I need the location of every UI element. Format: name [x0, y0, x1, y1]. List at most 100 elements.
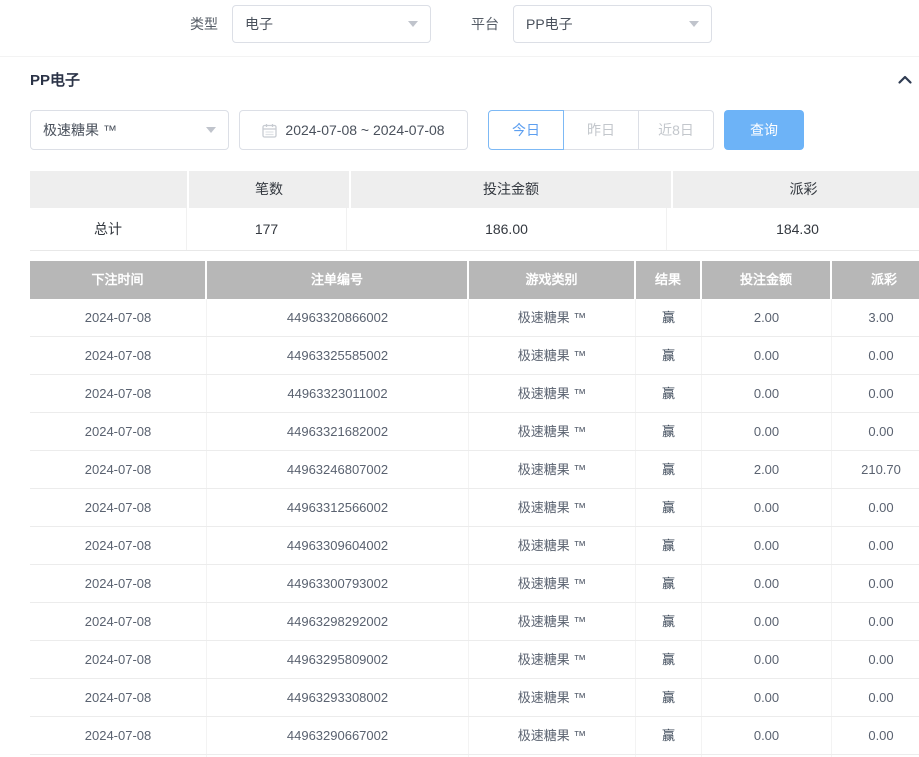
- summary-total-bet-amount: 186.00: [347, 208, 667, 250]
- cell-bet-amount: 2.00: [702, 299, 832, 336]
- table-row: 2024-07-08 44963295809002 极速糖果 ™ 赢 0.00 …: [30, 641, 919, 679]
- summary-header-count: 笔数: [189, 171, 349, 208]
- cell-bet-id: 44963309604002: [207, 527, 469, 564]
- table-row: 2024-07-08 44963298292002 极速糖果 ™ 赢 0.00 …: [30, 603, 919, 641]
- cell-result: 赢: [636, 451, 702, 488]
- quick-last8days-button[interactable]: 近8日: [638, 110, 714, 150]
- cell-date: 2024-07-08: [30, 451, 207, 488]
- table-row: 2024-07-08 44963312566002 极速糖果 ™ 赢 0.00 …: [30, 489, 919, 527]
- cell-payout: 0.00: [832, 565, 919, 602]
- search-button[interactable]: 查询: [724, 110, 804, 150]
- cell-game: 极速糖果 ™: [469, 375, 636, 412]
- cell-bet-amount: 0.00: [702, 489, 832, 526]
- cell-date: 2024-07-08: [30, 489, 207, 526]
- cell-game: 极速糖果 ™: [469, 641, 636, 678]
- table-row: 2024-07-08 44963293308002 极速糖果 ™ 赢 0.00 …: [30, 679, 919, 717]
- bet-header-bet-amount: 投注金额: [702, 261, 830, 299]
- cell-payout: 0.00: [832, 337, 919, 374]
- collapse-chevron-up-icon[interactable]: [897, 72, 913, 88]
- quick-yesterday-button[interactable]: 昨日: [563, 110, 639, 150]
- summary-total-count: 177: [187, 208, 347, 250]
- cell-bet-amount: 2.00: [702, 451, 832, 488]
- chevron-down-icon: [689, 21, 699, 27]
- cell-date: 2024-07-08: [30, 299, 207, 336]
- cell-game: 极速糖果 ™: [469, 299, 636, 336]
- cell-result: 赢: [636, 641, 702, 678]
- platform-select[interactable]: PP电子: [513, 5, 712, 43]
- section-header: PP电子: [0, 57, 919, 90]
- cell-game: 极速糖果 ™: [469, 527, 636, 564]
- summary-header-bet-amount: 投注金额: [351, 171, 671, 208]
- table-row: 2024-07-08 44963320866002 极速糖果 ™ 赢 2.00 …: [30, 299, 919, 337]
- cell-game: 极速糖果 ™: [469, 717, 636, 754]
- chevron-down-icon: [206, 127, 216, 133]
- type-select[interactable]: 电子: [232, 5, 431, 43]
- table-row: 2024-07-08 44963246807002 极速糖果 ™ 赢 2.00 …: [30, 451, 919, 489]
- cell-bet-id: 44963290667002: [207, 717, 469, 754]
- cell-result: 赢: [636, 413, 702, 450]
- cell-bet-amount: 0.00: [702, 337, 832, 374]
- table-row: 2024-07-08 44963321682002 极速糖果 ™ 赢 0.00 …: [30, 413, 919, 451]
- cell-game: 极速糖果 ™: [469, 489, 636, 526]
- summary-table-header: 笔数 投注金额 派彩: [30, 171, 919, 208]
- cell-game: 极速糖果 ™: [469, 451, 636, 488]
- cell-bet-id: 44963300793002: [207, 565, 469, 602]
- type-select-value: 电子: [245, 14, 408, 34]
- cell-payout: 0.00: [832, 413, 919, 450]
- cell-result: 赢: [636, 565, 702, 602]
- cell-payout: 210.70: [832, 451, 919, 488]
- cell-game: 极速糖果 ™: [469, 603, 636, 640]
- cell-payout: 0.00: [832, 603, 919, 640]
- chevron-down-icon: [408, 21, 418, 27]
- cell-bet-id: 44963325585002: [207, 337, 469, 374]
- cell-result: 赢: [636, 299, 702, 336]
- date-range-input[interactable]: 2024-07-08 ~ 2024-07-08: [239, 110, 468, 150]
- cell-result: 赢: [636, 375, 702, 412]
- table-row: 2024-07-08 44963300793002 极速糖果 ™ 赢 0.00 …: [30, 565, 919, 603]
- cell-bet-amount: 0.00: [702, 641, 832, 678]
- game-select[interactable]: 极速糖果 ™: [30, 110, 229, 150]
- cell-date: 2024-07-08: [30, 413, 207, 450]
- game-select-value: 极速糖果 ™: [43, 120, 206, 140]
- bet-table: 下注时间 注单编号 游戏类别 结果 投注金额 派彩 2024-07-08 449…: [30, 261, 919, 757]
- cell-payout: 0.00: [832, 489, 919, 526]
- cell-date: 2024-07-08: [30, 641, 207, 678]
- cell-bet-amount: 0.00: [702, 413, 832, 450]
- bet-table-body: 2024-07-08 44963320866002 极速糖果 ™ 赢 2.00 …: [30, 299, 919, 755]
- quick-date-button-group: 今日 昨日 近8日: [488, 110, 714, 150]
- cell-bet-id: 44963246807002: [207, 451, 469, 488]
- platform-label: 平台: [471, 14, 499, 34]
- cell-payout: 3.00: [832, 299, 919, 336]
- bet-header-game-type: 游戏类别: [469, 261, 634, 299]
- cell-result: 赢: [636, 527, 702, 564]
- bet-header-result: 结果: [636, 261, 700, 299]
- bet-table-header: 下注时间 注单编号 游戏类别 结果 投注金额 派彩: [30, 261, 919, 299]
- quick-today-button[interactable]: 今日: [488, 110, 564, 150]
- cell-result: 赢: [636, 603, 702, 640]
- summary-header-payout: 派彩: [673, 171, 919, 208]
- cell-game: 极速糖果 ™: [469, 679, 636, 716]
- top-filter-bar: 类型 电子 平台 PP电子: [0, 5, 919, 43]
- cell-date: 2024-07-08: [30, 337, 207, 374]
- cell-bet-id: 44963323011002: [207, 375, 469, 412]
- section-title: PP电子: [30, 69, 80, 90]
- bet-header-payout: 派彩: [832, 261, 919, 299]
- cell-bet-id: 44963295809002: [207, 641, 469, 678]
- cell-payout: 0.00: [832, 679, 919, 716]
- cell-date: 2024-07-08: [30, 527, 207, 564]
- calendar-icon: [262, 123, 277, 138]
- cell-date: 2024-07-08: [30, 679, 207, 716]
- cell-bet-amount: 0.00: [702, 565, 832, 602]
- table-row: 2024-07-08 44963290667002 极速糖果 ™ 赢 0.00 …: [30, 717, 919, 755]
- table-row: 2024-07-08 44963323011002 极速糖果 ™ 赢 0.00 …: [30, 375, 919, 413]
- cell-bet-amount: 0.00: [702, 717, 832, 754]
- cell-bet-id: 44963320866002: [207, 299, 469, 336]
- cell-bet-id: 44963293308002: [207, 679, 469, 716]
- cell-bet-id: 44963321682002: [207, 413, 469, 450]
- cell-result: 赢: [636, 679, 702, 716]
- cell-bet-amount: 0.00: [702, 603, 832, 640]
- table-row: 2024-07-08 44963309604002 极速糖果 ™ 赢 0.00 …: [30, 527, 919, 565]
- query-bar: 极速糖果 ™ 2024-07-08 ~ 2024-07-08 今日 昨日 近8日…: [30, 110, 919, 150]
- cell-date: 2024-07-08: [30, 565, 207, 602]
- summary-table: 笔数 投注金额 派彩 总计 177 186.00 184.30: [30, 171, 919, 251]
